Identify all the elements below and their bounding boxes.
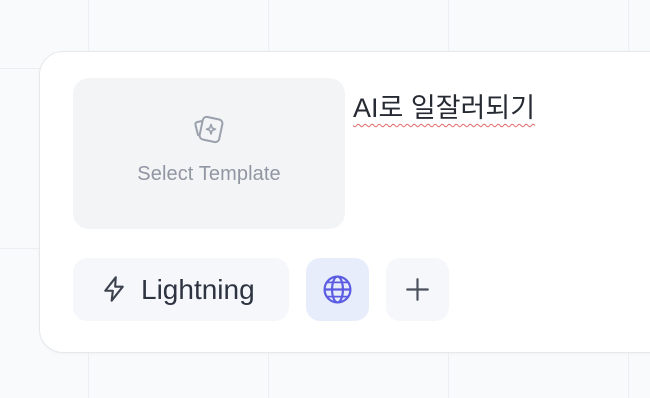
lightning-mode-button[interactable]: Lightning: [73, 258, 289, 321]
lightning-mode-label: Lightning: [141, 274, 255, 305]
web-search-toggle[interactable]: [306, 258, 369, 321]
plus-icon: [406, 278, 429, 301]
add-button[interactable]: [386, 258, 449, 321]
select-template-label: Select Template: [137, 163, 281, 185]
template-sparkle-icon: [194, 115, 224, 144]
prompt-text[interactable]: AI로 일잘러되기: [353, 86, 535, 125]
prompt-card: Select Template AI로 일잘러되기 Lightning: [39, 51, 650, 353]
globe-icon: [323, 275, 352, 304]
lightning-icon: [104, 276, 124, 302]
select-template-button[interactable]: Select Template: [73, 78, 345, 229]
